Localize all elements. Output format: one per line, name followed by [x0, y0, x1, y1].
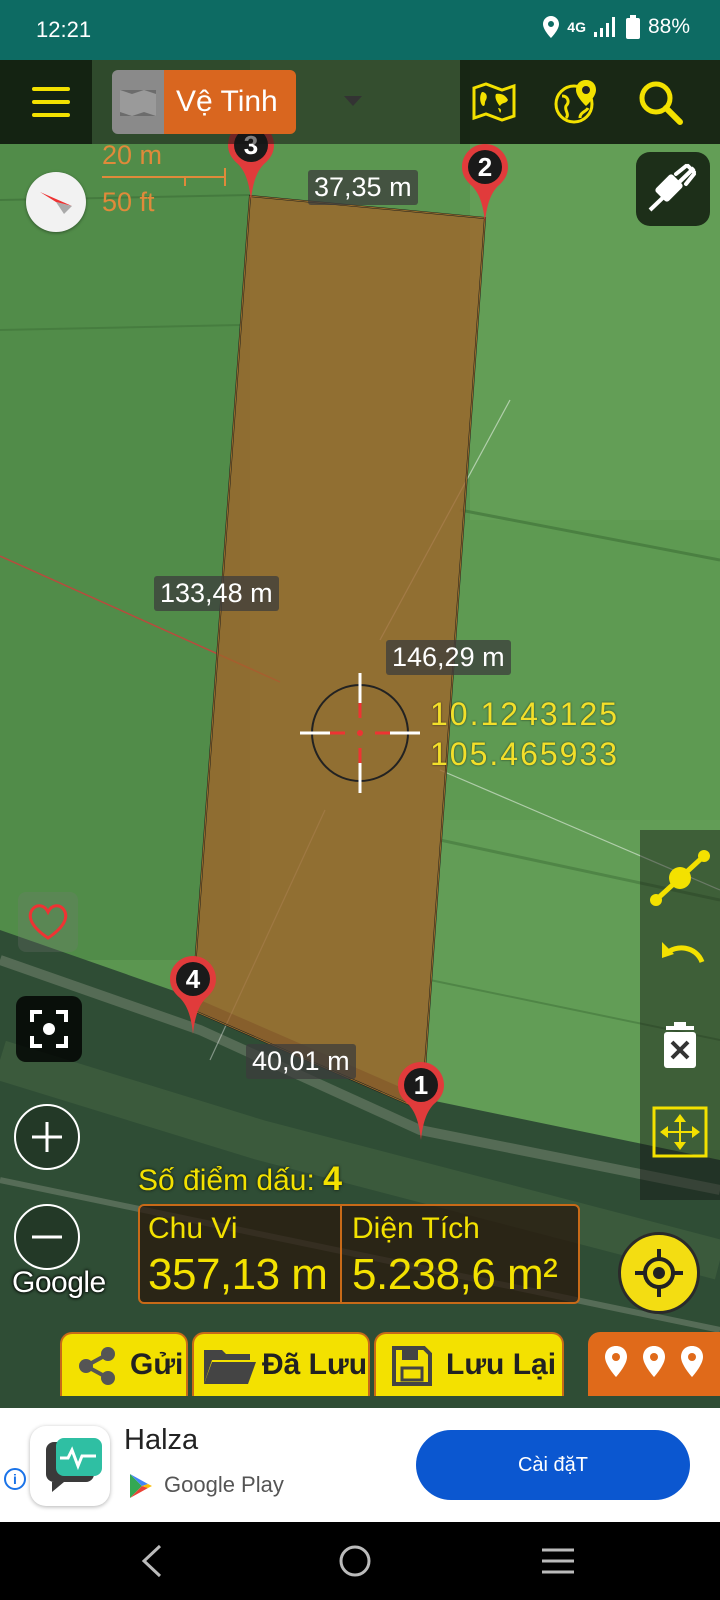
edge-length-bottom: 40,01 m: [246, 1044, 356, 1079]
send-button[interactable]: Gửi: [60, 1332, 188, 1396]
fullscreen-button[interactable]: [16, 996, 82, 1062]
battery-level: 88%: [647, 15, 690, 38]
line-edit-icon[interactable]: [648, 846, 712, 910]
fit-bounds-icon[interactable]: [648, 1100, 712, 1164]
points-list-button[interactable]: [588, 1332, 720, 1396]
toolbar-actions: [460, 60, 720, 144]
save-label: Lưu Lại: [446, 1348, 557, 1381]
install-button[interactable]: Cài đặT: [416, 1430, 690, 1500]
home-icon[interactable]: [336, 1542, 374, 1580]
battery-icon: [625, 15, 640, 39]
minus-icon: [32, 1235, 62, 1239]
floppy-save-icon: [392, 1346, 432, 1386]
plus-icon: [32, 1122, 62, 1152]
send-label: Gửi: [130, 1348, 184, 1381]
ad-app-name: Halza: [124, 1424, 199, 1456]
signal-icon: [593, 17, 615, 37]
recents-icon[interactable]: [540, 1544, 576, 1578]
map-type-label: Vệ Tinh: [164, 70, 296, 134]
system-nav-bar: [0, 1522, 720, 1600]
edge-length-top: 37,35 m: [308, 170, 418, 205]
world-map-icon[interactable]: [470, 78, 518, 126]
perimeter-value: 357,13 m: [148, 1250, 328, 1299]
compass-icon[interactable]: [26, 172, 86, 232]
gps-off-icon: [648, 164, 696, 212]
measurement-panel: Chu Vi 357,13 m Diện Tích 5.238,6 m²: [138, 1204, 580, 1304]
map-type-area: Vệ Tinh: [92, 60, 460, 144]
share-icon: [79, 1347, 115, 1385]
menu-area: [0, 60, 92, 144]
map-type-selector[interactable]: Vệ Tinh: [112, 70, 296, 134]
status-time: 12:21: [36, 17, 92, 42]
map-pins-icon: [605, 1346, 703, 1377]
google-play-icon: [130, 1474, 152, 1498]
ad-store-name: Google Play: [164, 1472, 284, 1497]
saved-label: Đã Lưu: [262, 1348, 368, 1381]
crosshair-icon: [635, 1249, 683, 1297]
marker-2[interactable]: 2: [462, 144, 508, 222]
edit-tools-panel: [640, 830, 720, 1200]
status-icons: 4G 88%: [543, 15, 690, 39]
back-icon[interactable]: [140, 1544, 164, 1578]
focus-icon: [30, 1010, 68, 1048]
heart-icon: [28, 904, 68, 940]
point-count-label: Số điểm dấu:: [138, 1164, 315, 1197]
favorite-button[interactable]: [18, 892, 78, 952]
edge-length-right: 146,29 m: [386, 640, 511, 675]
status-bar: 12:21 4G 88%: [0, 0, 720, 60]
my-location-button[interactable]: [618, 1232, 700, 1314]
ad-banner[interactable]: i Halza Google Play Cài đặT: [0, 1408, 720, 1522]
area-value: 5.238,6 m²: [352, 1250, 558, 1299]
delete-icon[interactable]: [648, 1014, 712, 1078]
save-button[interactable]: Lưu Lại: [374, 1332, 564, 1396]
edge-length-left: 133,48 m: [154, 576, 279, 611]
top-toolbar: Vệ Tinh: [0, 60, 720, 144]
globe-pin-icon[interactable]: [552, 78, 600, 126]
scale-metric: 20 m: [102, 140, 163, 170]
marker-label: 2: [478, 152, 492, 182]
marker-label: 1: [414, 1070, 428, 1100]
perimeter-label: Chu Vi: [148, 1212, 238, 1245]
marker-label: 4: [186, 964, 201, 994]
saved-button[interactable]: Đã Lưu: [192, 1332, 370, 1396]
point-count-value: 4: [323, 1160, 343, 1198]
gps-toggle-button[interactable]: [636, 152, 710, 226]
crosshair-coordinates: 10.1243125 105.465933: [430, 694, 619, 774]
location-icon: [543, 16, 560, 38]
ad-info-icon[interactable]: i: [4, 1468, 26, 1490]
hamburger-menu-icon[interactable]: [32, 87, 70, 117]
zoom-in-button[interactable]: [14, 1104, 80, 1170]
latitude: 10.1243125: [430, 696, 620, 732]
search-icon[interactable]: [636, 78, 684, 126]
network-type: 4G: [567, 19, 586, 35]
google-attribution: Google: [12, 1266, 106, 1299]
chevron-down-icon[interactable]: [344, 96, 362, 106]
scale-imperial: 50 ft: [102, 187, 155, 217]
map-thumbnail-icon: [112, 70, 164, 134]
area-label: Diện Tích: [352, 1212, 480, 1245]
undo-icon[interactable]: [648, 928, 712, 992]
point-count: Số điểm dấu: 4: [138, 1160, 342, 1199]
app-icon: [30, 1426, 110, 1506]
longitude: 105.465933: [430, 736, 620, 772]
folder-icon: [204, 1350, 256, 1384]
marker-4[interactable]: 4: [170, 956, 216, 1034]
zoom-out-button[interactable]: [14, 1204, 80, 1270]
marker-1[interactable]: 1: [398, 1062, 444, 1140]
